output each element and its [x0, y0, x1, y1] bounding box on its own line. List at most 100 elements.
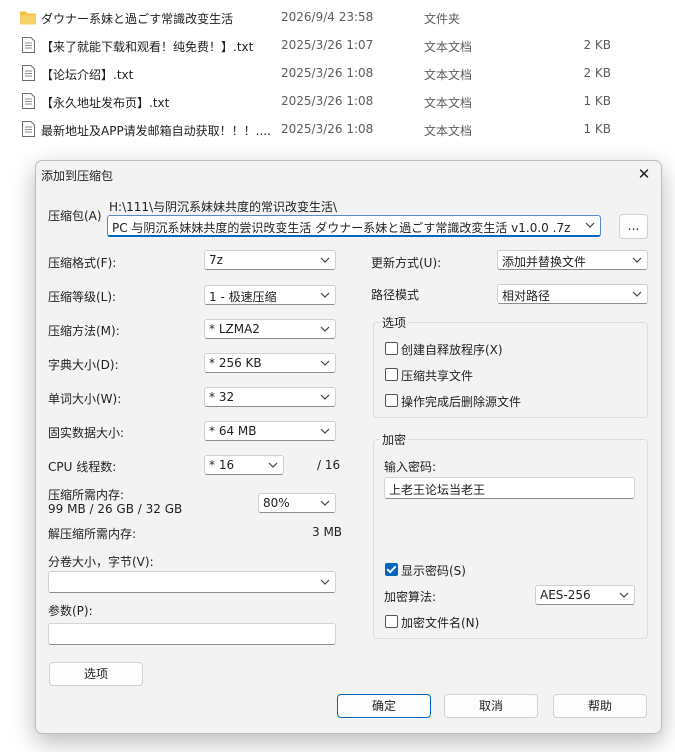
chevron-down-icon: [320, 360, 330, 366]
password-value: 上老王论坛当老王: [389, 483, 486, 497]
chevron-down-icon: [632, 291, 642, 297]
path-mode-select[interactable]: 相对路径: [497, 284, 648, 304]
options-button[interactable]: 选项: [49, 662, 143, 686]
update-mode-value: 添加并替换文件: [502, 255, 587, 269]
chevron-down-icon: [320, 500, 330, 506]
dict-select[interactable]: * 256 KB: [204, 353, 336, 373]
solid-value: * 64 MB: [209, 424, 257, 438]
help-button[interactable]: 帮助: [553, 694, 647, 718]
split-label: 分卷大小，字节(V):: [48, 555, 154, 569]
browse-button[interactable]: ...: [619, 214, 648, 239]
file-name: ダウナー系妹と過ごす常識改变生活: [41, 12, 234, 26]
file-name: 【论坛介绍】.txt: [41, 68, 134, 82]
solid-label: 固实数据大小:: [48, 426, 125, 440]
decomp-value: 3 MB: [312, 525, 343, 539]
path-mode-label: 路径模式: [371, 288, 420, 302]
params-input[interactable]: [48, 623, 336, 645]
dict-value: * 256 KB: [209, 356, 262, 370]
encrypt-names-checkbox-box[interactable]: [385, 615, 398, 628]
delete-checkbox-label: 操作完成后删除源文件: [401, 395, 522, 409]
mem-percent-value: 80%: [263, 496, 290, 510]
file-row[interactable]: 【论坛介绍】.txt 2025/3/26 1:08 文本文档 2 KB: [0, 58, 675, 86]
ok-button[interactable]: 确定: [337, 694, 431, 718]
encryption-group: 加密 输入密码: 上老王论坛当老王 显示密码(S) 加密算法: AES-256 …: [373, 431, 648, 639]
archive-name-combo[interactable]: PC 与阴沉系妹妹共度的尝识攺变生活 ダウナー系妹と過ごす常識改変生活 v1.0…: [107, 215, 601, 237]
cpu-select[interactable]: * 16: [204, 455, 284, 475]
password-label: 输入密码:: [384, 460, 437, 474]
file-size: 2 KB: [583, 38, 611, 52]
update-label: 更新方式(U):: [371, 256, 442, 270]
options-group: 选项 创建自释放程序(X) 压缩共享文件 操作完成后删除源文件: [373, 314, 648, 418]
enc-method-select[interactable]: AES-256: [535, 585, 635, 605]
format-select[interactable]: 7z: [204, 250, 336, 270]
file-date: 2026/9/4 23:58: [281, 10, 374, 24]
chevron-down-icon: [320, 394, 330, 400]
chevron-down-icon: [320, 326, 330, 332]
chevron-down-icon: [585, 222, 595, 228]
level-value: 1 - 极速压缩: [209, 290, 277, 304]
cpu-total: / 16: [317, 458, 341, 472]
method-value: * LZMA2: [209, 322, 260, 336]
word-value: * 32: [209, 390, 235, 404]
dict-label: 字典大小(D):: [48, 358, 119, 372]
file-type: 文本文档: [424, 96, 473, 110]
file-name: 【永久地址发布页】.txt: [41, 96, 170, 110]
file-date: 2025/3/26 1:08: [281, 122, 374, 136]
show-password-label: 显示密码(S): [401, 564, 466, 578]
file-size: 1 KB: [583, 94, 611, 108]
file-row[interactable]: 【来了就能下载和观看！纯免费！】.txt 2025/3/26 1:07 文本文档 2 …: [0, 30, 675, 58]
level-select[interactable]: 1 - 极速压缩: [204, 285, 336, 305]
cpu-label: CPU 线程数:: [48, 460, 117, 474]
params-label: 参数(P):: [48, 604, 93, 618]
split-size-combo[interactable]: [48, 571, 336, 593]
file-type: 文本文档: [424, 124, 473, 138]
enc-method-value: AES-256: [540, 588, 591, 602]
show-password-checkbox-box[interactable]: [385, 563, 398, 576]
delete-checkbox-box[interactable]: [385, 394, 398, 407]
cpu-value: * 16: [209, 458, 235, 472]
method-label: 压缩方法(M):: [48, 324, 120, 338]
folder-icon: [20, 11, 36, 25]
file-size: 2 KB: [583, 66, 611, 80]
mem-percent-select[interactable]: 80%: [258, 493, 336, 513]
mem-label: 压缩所需内存:: [48, 488, 125, 502]
cancel-button[interactable]: 取消: [444, 694, 538, 718]
file-date: 2025/3/26 1:07: [281, 38, 374, 52]
file-size: 1 KB: [583, 122, 611, 136]
text-file-icon: [22, 65, 35, 81]
text-file-icon: [22, 93, 35, 109]
chevron-down-icon: [320, 428, 330, 434]
close-icon[interactable]: ✕: [631, 163, 657, 185]
chevron-down-icon: [320, 292, 330, 298]
file-type: 文本文档: [424, 68, 473, 82]
text-file-icon: [22, 37, 35, 53]
file-row[interactable]: ダウナー系妹と過ごす常識改变生活 2026/9/4 23:58 文件夹: [0, 2, 675, 30]
file-name: 最新地址及APP请发邮箱自动获取！！！....: [41, 124, 271, 138]
solid-select[interactable]: * 64 MB: [204, 421, 336, 441]
file-date: 2025/3/26 1:08: [281, 94, 374, 108]
password-input[interactable]: 上老王论坛当老王: [384, 477, 635, 499]
word-select[interactable]: * 32: [204, 387, 336, 407]
chevron-down-icon: [320, 257, 330, 263]
encrypt-names-label: 加密文件名(N): [401, 616, 480, 630]
word-label: 单词大小(W):: [48, 392, 122, 406]
chevron-down-icon: [268, 462, 278, 468]
method-select[interactable]: * LZMA2: [204, 319, 336, 339]
file-type: 文件夹: [424, 12, 461, 26]
file-type: 文本文档: [424, 40, 473, 54]
update-mode-select[interactable]: 添加并替换文件: [497, 250, 648, 270]
mem-detail: 99 MB / 26 GB / 32 GB: [48, 502, 183, 516]
file-row[interactable]: 最新地址及APP请发邮箱自动获取！！！.... 2025/3/26 1:08 文本文…: [0, 114, 675, 142]
chevron-down-icon: [320, 579, 330, 585]
format-value: 7z: [209, 253, 223, 267]
sfx-checkbox-box[interactable]: [385, 342, 398, 355]
path-mode-value: 相对路径: [502, 289, 551, 303]
add-to-archive-dialog: 添加到压缩包 ✕ 压缩包(A) H:\111\与阴沉系妹妹共度的常识改变生活\ …: [35, 160, 662, 734]
dialog-title: 添加到压缩包: [41, 169, 114, 183]
chevron-down-icon: [632, 257, 642, 263]
archive-name-value: PC 与阴沉系妹妹共度的尝识攺变生活 ダウナー系妹と過ごす常識改変生活 v1.0…: [112, 221, 571, 235]
file-row[interactable]: 【永久地址发布页】.txt 2025/3/26 1:08 文本文档 1 KB: [0, 86, 675, 114]
shared-checkbox-box[interactable]: [385, 368, 398, 381]
text-file-icon: [22, 121, 35, 137]
decomp-label: 解压缩所需内存:: [48, 527, 137, 541]
